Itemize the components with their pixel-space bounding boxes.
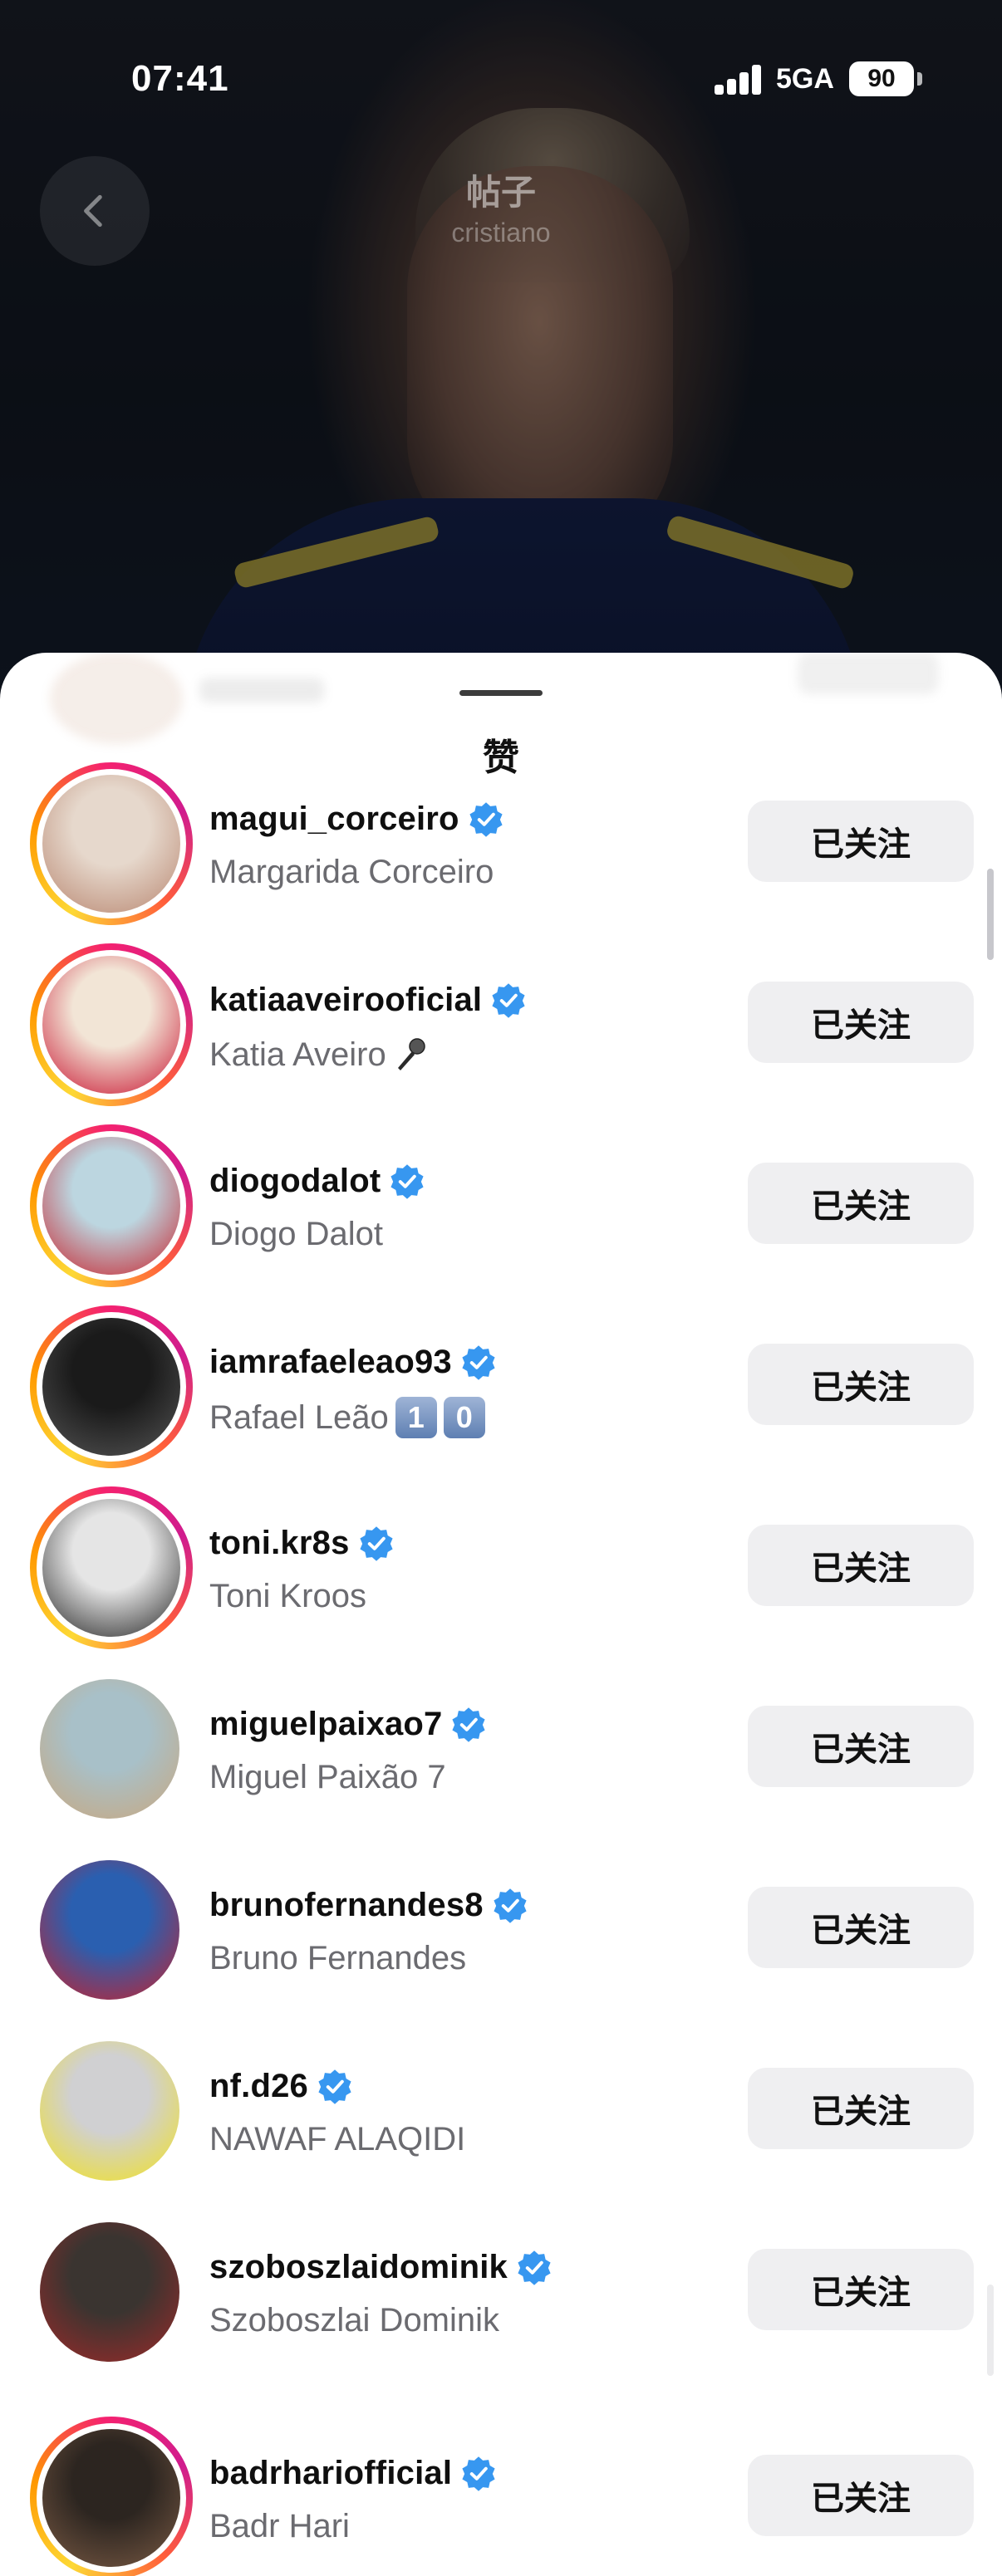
like-row[interactable]: nf.d26 NAWAF ALAQIDI 已关注 xyxy=(0,2028,1002,2194)
display-name: Toni Kroos xyxy=(209,1578,366,1614)
username[interactable]: toni.kr8s xyxy=(209,1525,350,1562)
display-name: Margarida Corceiro xyxy=(209,854,494,890)
verified-badge-icon xyxy=(317,2068,353,2104)
following-button[interactable]: 已关注 xyxy=(748,2068,974,2149)
display-name: Szoboszlai Dominik xyxy=(209,2302,500,2338)
microphone-icon xyxy=(390,1035,430,1075)
username[interactable]: brunofernandes8 xyxy=(209,1887,484,1924)
verified-badge-icon xyxy=(468,801,504,837)
avatar[interactable] xyxy=(40,2041,179,2181)
username[interactable]: magui_corceiro xyxy=(209,801,459,838)
page-subtitle: cristiano xyxy=(451,218,551,247)
following-button[interactable]: 已关注 xyxy=(748,1706,974,1787)
following-button[interactable]: 已关注 xyxy=(748,1344,974,1425)
display-name-line: Rafael Leão 1 0 xyxy=(209,1397,485,1438)
avatar[interactable] xyxy=(40,2222,179,2362)
keycap-emoji: 1 xyxy=(395,1397,437,1438)
likes-list: magui_corceiro Margarida Corceiro 已关注 katia… xyxy=(0,761,1002,2576)
display-name: Bruno Fernandes xyxy=(209,1940,467,1976)
following-button[interactable]: 已关注 xyxy=(748,2455,974,2536)
story-ring[interactable] xyxy=(30,943,193,1106)
status-bar: 07:41 5GA 90 xyxy=(0,0,1002,125)
following-button[interactable]: 已关注 xyxy=(748,982,974,1063)
display-name: Miguel Paixão 7 xyxy=(209,1759,446,1795)
avatar[interactable] xyxy=(42,1499,180,1637)
story-ring[interactable] xyxy=(30,1305,193,1468)
following-button[interactable]: 已关注 xyxy=(748,1525,974,1606)
story-ring[interactable] xyxy=(30,2417,193,2576)
following-button[interactable]: 已关注 xyxy=(748,2249,974,2330)
avatar[interactable] xyxy=(42,2429,180,2567)
display-name: Rafael Leão xyxy=(209,1398,389,1436)
cellular-signal-icon xyxy=(715,65,763,95)
story-ring[interactable] xyxy=(30,1124,193,1287)
likes-sheet[interactable]: 赞 magui_corceiro Margarida Corceiro 已关注 kat… xyxy=(0,653,1002,2576)
like-row[interactable]: szoboszlaidominik Szoboszlai Dominik 已关注 xyxy=(0,2209,1002,2375)
like-row[interactable]: diogodalot Diogo Dalot 已关注 xyxy=(0,1123,1002,1289)
like-row[interactable]: iamrafaeleao93 Rafael Leão 1 0 已关注 xyxy=(0,1304,1002,1470)
username[interactable]: iamrafaeleao93 xyxy=(209,1344,452,1381)
display-name-line: Badr Hari xyxy=(209,2508,350,2545)
username[interactable]: miguelpaixao7 xyxy=(209,1706,442,1743)
username[interactable]: badrhariofficial xyxy=(209,2455,452,2492)
battery-tip xyxy=(917,72,922,86)
verified-badge-icon xyxy=(358,1525,395,1561)
verified-badge-icon xyxy=(389,1163,425,1199)
status-time: 07:41 xyxy=(131,58,229,99)
story-ring[interactable] xyxy=(30,1486,193,1649)
display-name-line: Katia Aveiro xyxy=(209,1035,430,1075)
verified-badge-icon xyxy=(490,982,527,1018)
avatar[interactable] xyxy=(42,956,180,1094)
like-row[interactable]: badrhariofficial Badr Hari 已关注 xyxy=(0,2415,1002,2576)
verified-badge-icon xyxy=(460,1344,497,1380)
avatar[interactable] xyxy=(40,1860,179,2000)
display-name-line: Miguel Paixão 7 xyxy=(209,1759,446,1796)
verified-badge-icon xyxy=(492,1887,528,1923)
sheet-grabber[interactable] xyxy=(459,690,543,696)
display-name-line: Margarida Corceiro xyxy=(209,854,494,891)
like-row[interactable]: brunofernandes8 Bruno Fernandes 已关注 xyxy=(0,1847,1002,2013)
avatar[interactable] xyxy=(42,1137,180,1275)
network-type: 5GA xyxy=(776,63,834,95)
display-name: Katia Aveiro xyxy=(209,1036,386,1073)
display-name-line: Bruno Fernandes xyxy=(209,1940,466,1977)
following-button[interactable]: 已关注 xyxy=(748,1887,974,1968)
display-name-line: NAWAF ALAQIDI xyxy=(209,2121,465,2158)
display-name: Diogo Dalot xyxy=(209,1216,384,1252)
avatar[interactable] xyxy=(40,1679,179,1819)
battery-icon: 90 xyxy=(849,61,914,96)
username[interactable]: katiaaveirooficial xyxy=(209,982,482,1019)
display-name-line: Toni Kroos xyxy=(209,1578,366,1615)
display-name: NAWAF ALAQIDI xyxy=(209,2121,466,2157)
avatar[interactable] xyxy=(42,775,180,913)
username[interactable]: diogodalot xyxy=(209,1163,381,1200)
following-button[interactable]: 已关注 xyxy=(748,801,974,882)
verified-badge-icon xyxy=(516,2249,553,2285)
username[interactable]: nf.d26 xyxy=(209,2068,308,2105)
verified-badge-icon xyxy=(450,1706,487,1742)
like-row[interactable]: miguelpaixao7 Miguel Paixão 7 已关注 xyxy=(0,1666,1002,1832)
keycap-emoji: 0 xyxy=(443,1397,485,1438)
display-name-line: Diogo Dalot xyxy=(209,1216,383,1253)
display-name-line: Szoboszlai Dominik xyxy=(209,2302,499,2339)
avatar[interactable] xyxy=(42,1318,180,1456)
username[interactable]: szoboszlaidominik xyxy=(209,2249,508,2286)
story-ring[interactable] xyxy=(30,762,193,925)
following-button[interactable]: 已关注 xyxy=(748,1163,974,1244)
page-title: 帖子 xyxy=(465,173,536,212)
like-row[interactable]: toni.kr8s Toni Kroos 已关注 xyxy=(0,1485,1002,1651)
like-row[interactable]: magui_corceiro Margarida Corceiro 已关注 xyxy=(0,761,1002,927)
display-name: Badr Hari xyxy=(209,2508,350,2544)
verified-badge-icon xyxy=(460,2455,497,2491)
like-row[interactable]: katiaaveirooficial Katia Aveiro 已关注 xyxy=(0,942,1002,1108)
